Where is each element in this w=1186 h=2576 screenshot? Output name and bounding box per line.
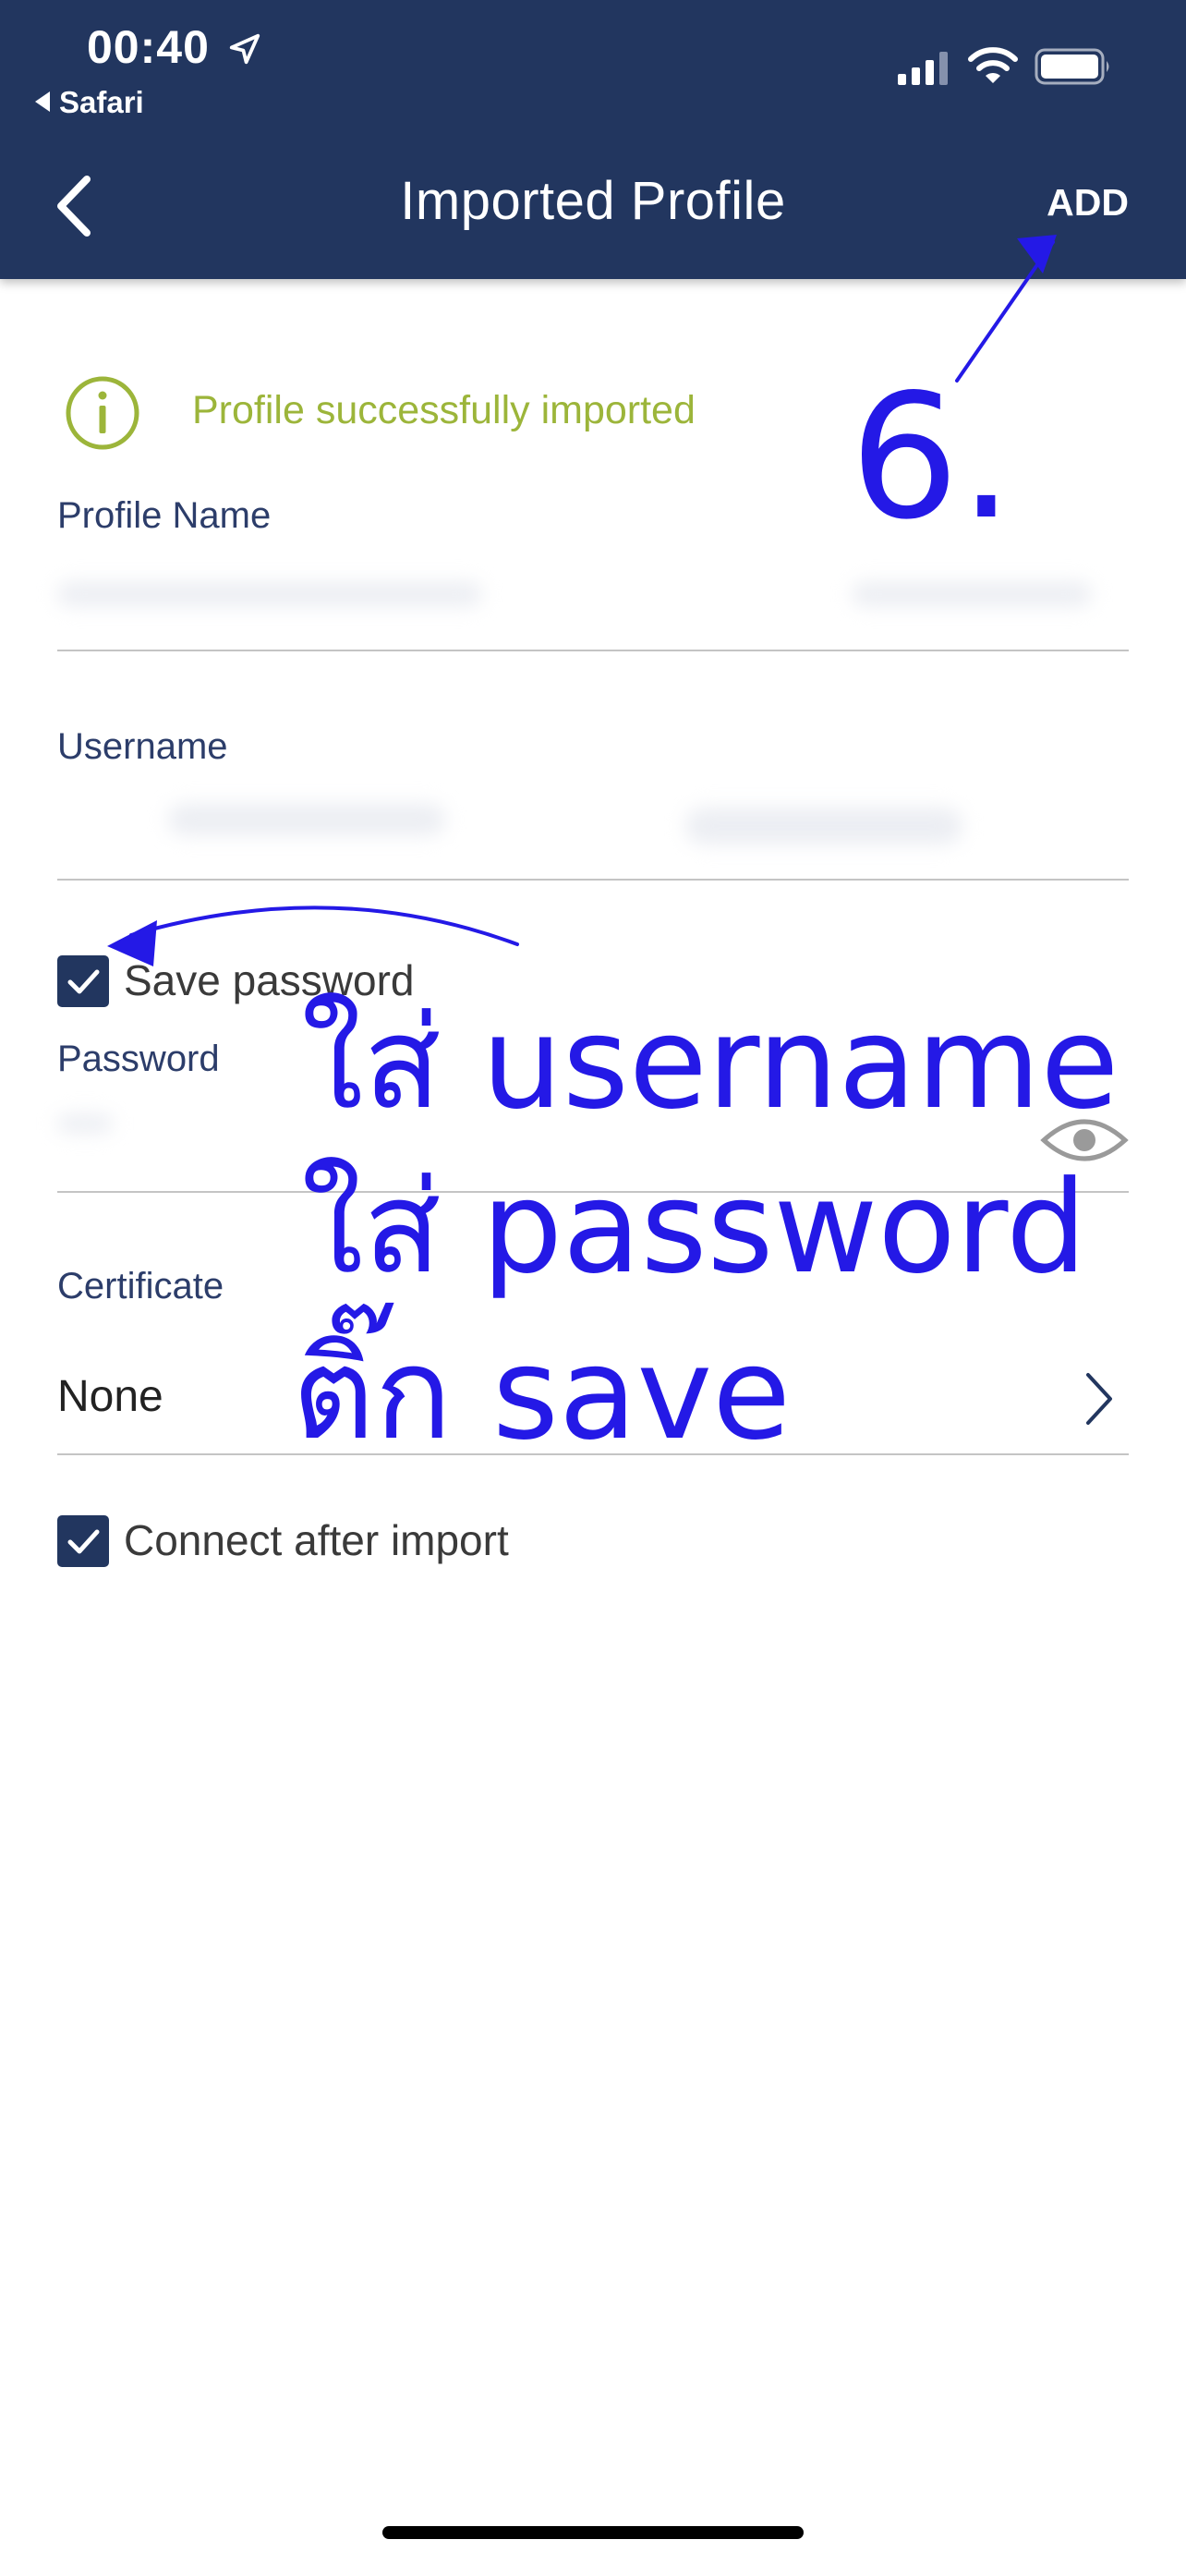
profile-name-label: Profile Name [57,495,272,536]
annotation-line-2: ใส่ password [301,1153,1087,1302]
page-title: Imported Profile [400,171,786,231]
username-field[interactable] [57,776,1129,878]
wifi-icon [968,47,1018,83]
certificate-label: Certificate [57,1266,224,1306]
save-password-checkbox[interactable] [57,955,109,1007]
back-to-app-link[interactable]: Safari [35,85,144,120]
certificate-value: None [57,1372,163,1421]
add-button[interactable]: ADD [1047,181,1129,225]
location-icon [229,33,260,65]
blurred-value [852,582,1092,606]
annotation-line-3: ติ๊ก save [292,1319,792,1468]
info-icon [66,376,139,450]
check-icon [67,1529,100,1554]
blurred-value [685,808,962,844]
divider [57,879,1129,881]
connect-after-import-checkbox[interactable] [57,1515,109,1567]
back-triangle-icon [35,91,50,112]
annotation-line-1: ใส่ username [301,989,1119,1137]
blurred-value [57,582,482,606]
chevron-right-icon [1086,1373,1112,1425]
check-icon [67,969,100,994]
annotation-step-number: 6. [850,357,1014,557]
profile-name-field[interactable] [57,554,1129,647]
signal-icon [898,52,948,85]
password-label: Password [57,1039,220,1079]
battery-icon [1035,48,1109,85]
blurred-value [57,1114,113,1133]
arrow-to-save-password [129,905,519,946]
import-success-message: Profile successfully imported [192,388,696,432]
app-header: 00:40 Safari Imported Profile ADD [0,0,1186,279]
connect-after-import-label: Connect after import [124,1516,509,1564]
status-time: 00:40 [87,21,210,73]
blurred-value [168,804,445,835]
home-indicator [382,2526,804,2539]
username-label: Username [57,726,228,767]
back-app-label: Safari [59,85,144,119]
divider [57,650,1129,651]
